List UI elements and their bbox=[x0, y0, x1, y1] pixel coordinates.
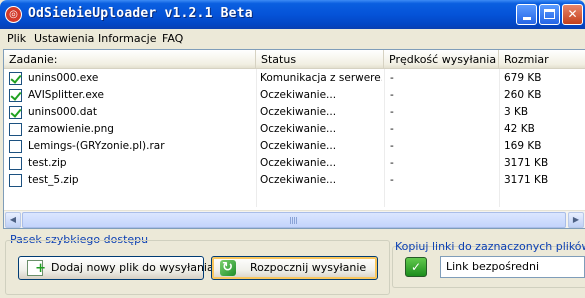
task-name: Lemings-(GRYzonie.pl).rar bbox=[28, 140, 165, 152]
table-row[interactable]: unins000.dat Oczekiwanie... - 3 KB bbox=[4, 104, 585, 121]
task-size: 3 KB bbox=[504, 106, 529, 118]
row-checkbox[interactable] bbox=[9, 89, 22, 102]
task-status: Oczekiwanie... bbox=[260, 89, 337, 101]
horizontal-scrollbar[interactable]: ◀ ▶ bbox=[4, 210, 585, 228]
add-file-label: Dodaj nowy plik do wysyłania bbox=[51, 261, 214, 274]
scroll-right-button[interactable]: ▶ bbox=[568, 212, 584, 228]
window-title: OdSiebieUploader v1.2.1 Beta bbox=[28, 6, 253, 21]
task-status: Oczekiwanie... bbox=[260, 123, 337, 135]
task-speed: - bbox=[390, 89, 394, 101]
menu-ustawienia[interactable]: Ustawienia bbox=[34, 32, 94, 45]
refresh-icon bbox=[220, 257, 236, 279]
row-checkbox[interactable] bbox=[9, 174, 22, 187]
start-upload-label: Rozpocznij wysyłanie bbox=[250, 261, 367, 274]
task-size: 260 KB bbox=[504, 89, 542, 101]
task-speed: - bbox=[390, 123, 394, 135]
task-size: 3171 KB bbox=[504, 157, 549, 169]
task-name: AVISplitter.exe bbox=[28, 89, 104, 101]
task-speed: - bbox=[390, 157, 394, 169]
title-bar[interactable]: ◎ OdSiebieUploader v1.2.1 Beta ✕ bbox=[0, 0, 585, 29]
menu-faq[interactable]: FAQ bbox=[162, 32, 183, 45]
table-row[interactable]: test_5.zip Oczekiwanie... - 3171 KB bbox=[4, 172, 585, 189]
task-size: 169 KB bbox=[504, 140, 542, 152]
table-row[interactable]: test.zip Oczekiwanie... - 3171 KB bbox=[4, 155, 585, 172]
task-speed: - bbox=[390, 140, 394, 152]
task-size: 3171 KB bbox=[504, 174, 549, 186]
close-icon: ✕ bbox=[567, 7, 578, 21]
column-header-status[interactable]: Status bbox=[256, 50, 384, 69]
task-status: Oczekiwanie... bbox=[260, 157, 337, 169]
task-size: 42 KB bbox=[504, 123, 535, 135]
table-row[interactable]: zamowienie.png Oczekiwanie... - 42 KB bbox=[4, 121, 585, 138]
maximize-icon bbox=[544, 9, 555, 19]
task-name: unins000.dat bbox=[28, 106, 97, 118]
upload-list[interactable]: Zadanie: Status Prędkość wysyłania Rozmi… bbox=[3, 49, 585, 229]
task-name: zamowienie.png bbox=[28, 123, 114, 135]
task-status: Oczekiwanie... bbox=[260, 106, 337, 118]
row-checkbox[interactable] bbox=[9, 140, 22, 153]
copy-links-label: Kopiuj linki do zaznaczonych plików bbox=[395, 240, 585, 253]
task-status: Oczekiwanie... bbox=[260, 140, 337, 152]
minimize-icon bbox=[522, 17, 531, 20]
row-checkbox[interactable] bbox=[9, 72, 22, 85]
app-logo-icon[interactable]: ◎ bbox=[5, 6, 22, 23]
task-status: Oczekiwanie... bbox=[260, 174, 337, 186]
close-button[interactable]: ✕ bbox=[562, 4, 583, 25]
row-checkbox[interactable] bbox=[9, 106, 22, 119]
add-file-button[interactable]: Dodaj nowy plik do wysyłania bbox=[18, 256, 214, 280]
link-type-select[interactable]: Link bezpośredni bbox=[440, 256, 585, 278]
column-header-size[interactable]: Rozmiar bbox=[499, 50, 585, 69]
table-row[interactable]: unins000.exe Komunikacja z serwere... - 679… bbox=[4, 70, 585, 87]
start-upload-button[interactable]: Rozpocznij wysyłanie bbox=[211, 256, 378, 280]
row-checkbox[interactable] bbox=[9, 157, 22, 170]
menu-informacje[interactable]: Informacje bbox=[98, 32, 156, 45]
minimize-button[interactable] bbox=[516, 4, 537, 25]
check-icon: ✓ bbox=[410, 260, 422, 274]
task-name: unins000.exe bbox=[28, 72, 99, 84]
copy-links-ok-button[interactable]: ✓ bbox=[405, 257, 427, 277]
menu-bar: Plik Ustawienia Informacje FAQ bbox=[0, 29, 585, 49]
task-speed: - bbox=[390, 174, 394, 186]
task-name: test.zip bbox=[28, 157, 67, 169]
table-row[interactable]: AVISplitter.exe Oczekiwanie... - 260 KB bbox=[4, 87, 585, 104]
task-status: Komunikacja z serwere... bbox=[260, 72, 382, 84]
scroll-thumb[interactable] bbox=[22, 212, 566, 228]
table-row[interactable]: Lemings-(GRYzonie.pl).rar Oczekiwanie... -… bbox=[4, 138, 585, 155]
column-header-task[interactable]: Zadanie: bbox=[4, 50, 256, 69]
menu-plik[interactable]: Plik bbox=[7, 32, 26, 45]
task-speed: - bbox=[390, 106, 394, 118]
maximize-button[interactable] bbox=[539, 4, 560, 25]
task-name: test_5.zip bbox=[28, 174, 79, 186]
task-size: 679 KB bbox=[504, 72, 542, 84]
add-file-icon bbox=[27, 258, 46, 280]
list-header: Zadanie: Status Prędkość wysyłania Rozmi… bbox=[4, 50, 585, 69]
row-checkbox[interactable] bbox=[9, 123, 22, 136]
scroll-left-button[interactable]: ◀ bbox=[5, 212, 21, 228]
task-speed: - bbox=[390, 72, 394, 84]
column-header-speed[interactable]: Prędkość wysyłania bbox=[384, 50, 499, 69]
